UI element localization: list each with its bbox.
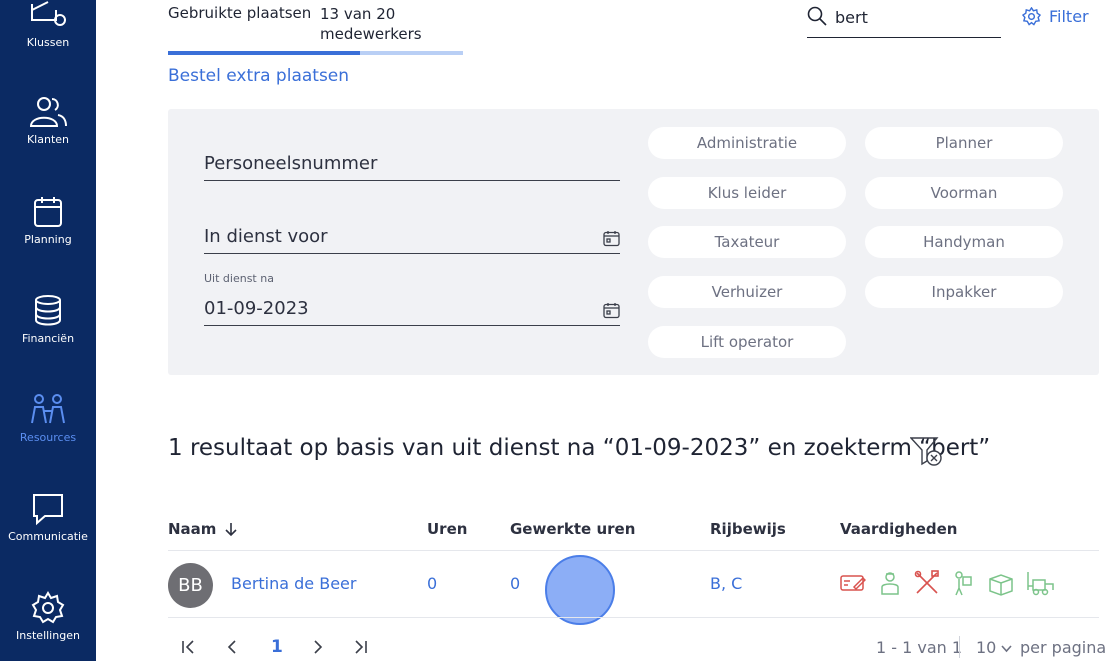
employee-name-link[interactable]: Bertina de Beer [231, 574, 356, 593]
search-bar [807, 2, 1001, 38]
nav-label: Communicatie [8, 530, 88, 543]
nav-item-resources[interactable]: Resources [0, 393, 96, 444]
filter-button[interactable]: Filter [1022, 5, 1089, 27]
nav-item-communicatie[interactable]: Communicatie [0, 492, 96, 543]
column-label: Naam [168, 520, 217, 538]
chip-planner[interactable]: Planner [865, 127, 1063, 159]
column-header-vaardigheden[interactable]: Vaardigheden [840, 520, 958, 538]
column-header-naam[interactable]: Naam [168, 520, 238, 538]
filter-label: Filter [1049, 6, 1089, 26]
divider [168, 550, 1099, 551]
chip-inpakker[interactable]: Inpakker [865, 276, 1063, 308]
nav-item-klussen[interactable]: Klussen [0, 0, 96, 49]
hours-value: 0 [427, 574, 438, 593]
nav-item-instellingen[interactable]: Instellingen [0, 591, 96, 642]
column-header-uren[interactable]: Uren [427, 520, 467, 538]
filter-panel: Personeelsnummer In dienst voor Uit dien… [168, 109, 1099, 375]
nav-label: Planning [24, 233, 72, 246]
seats-progress-bar [168, 51, 463, 55]
license-value: B, C [710, 574, 743, 593]
per-page-label: per pagina [1020, 638, 1107, 657]
calendar-icon[interactable] [603, 230, 620, 247]
truck-icon [31, 1, 66, 26]
nav-label: Financiën [21, 332, 75, 345]
clear-filter-icon[interactable] [910, 437, 943, 467]
last-page-icon[interactable] [352, 640, 368, 654]
nav-item-klanten[interactable]: Klanten [0, 95, 96, 146]
packer-icon [988, 570, 1014, 596]
customers-icon [29, 97, 67, 127]
chip-klus-leider[interactable]: Klus leider [648, 177, 846, 209]
skills-list [840, 570, 1054, 596]
column-header-rijbewijs[interactable]: Rijbewijs [710, 520, 786, 538]
divider [959, 636, 960, 658]
nav-label: Instellingen [16, 629, 80, 642]
nav-label: Klanten [26, 133, 70, 146]
nav-item-financien[interactable]: Financiën [0, 294, 96, 345]
workers-icon [31, 394, 65, 424]
lift-operator-icon [1025, 570, 1054, 596]
chip-voorman[interactable]: Voorman [865, 177, 1063, 209]
next-page-icon[interactable] [312, 640, 324, 654]
chip-verhuizer[interactable]: Verhuizer [648, 276, 846, 308]
page-number-current[interactable]: 1 [271, 637, 283, 657]
settings-icon [1022, 6, 1041, 26]
sort-down-icon [225, 522, 238, 536]
left-after-field[interactable]: Uit dienst na 01-09-2023 [204, 267, 620, 326]
pagination-range: 1 - 1 van 1 [876, 638, 963, 657]
chip-administratie[interactable]: Administratie [648, 127, 846, 159]
order-extra-seats-link[interactable]: Bestel extra plaatsen [168, 66, 349, 86]
previous-page-icon[interactable] [226, 640, 238, 654]
first-page-icon[interactable] [181, 640, 197, 654]
personnel-number-placeholder: Personeelsnummer [204, 153, 378, 174]
divider [168, 617, 1099, 618]
employed-before-field[interactable]: In dienst voor [204, 219, 620, 254]
chip-handyman[interactable]: Handyman [865, 226, 1063, 258]
left-after-label: Uit dienst na [204, 272, 274, 285]
nav-label: Resources [19, 431, 77, 444]
handyman-icon [914, 570, 940, 596]
calendar-icon[interactable] [603, 302, 620, 319]
left-after-value: 01-09-2023 [204, 298, 309, 319]
search-icon [807, 6, 827, 26]
sidebar: Klussen Klanten Planning Financiën Resou… [0, 0, 96, 661]
seats-count: 13 van 20 medewerkers [320, 5, 422, 43]
per-page-value: 10 [976, 638, 997, 657]
calendar-icon [34, 197, 62, 227]
avatar: BB [168, 563, 213, 608]
gear-icon [31, 591, 65, 624]
planner-icon [877, 570, 903, 596]
seats-label: Gebruikte plaatsen [168, 4, 312, 22]
chip-taxateur[interactable]: Taxateur [648, 226, 846, 258]
column-header-gewerkte-uren[interactable]: Gewerkte uren [510, 520, 635, 538]
per-page-select[interactable]: 10 [976, 638, 1013, 657]
chip-lift-operator[interactable]: Lift operator [648, 326, 846, 358]
admin-icon [840, 570, 867, 596]
mover-icon [951, 570, 977, 596]
personnel-number-field[interactable]: Personeelsnummer [204, 147, 620, 181]
worked-hours-value: 0 [510, 574, 521, 593]
chat-icon [33, 494, 63, 526]
search-input[interactable] [835, 6, 995, 28]
nav-label: Klussen [26, 36, 70, 49]
employed-before-placeholder: In dienst voor [204, 226, 328, 247]
chevron-down-icon [1001, 645, 1013, 653]
nav-item-planning[interactable]: Planning [0, 195, 96, 246]
pointer-highlight [545, 555, 615, 625]
seats-progress-fill [168, 51, 360, 55]
coins-icon [35, 295, 61, 326]
result-summary: 1 resultaat op basis van uit dienst na “… [168, 435, 991, 461]
